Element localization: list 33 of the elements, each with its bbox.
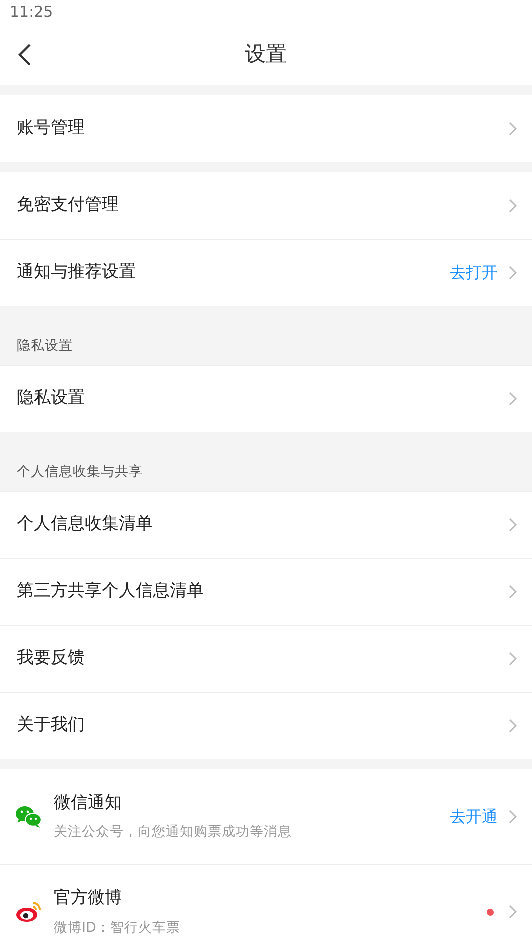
section-heading: 隐私设置 — [17, 338, 73, 354]
chevron-right-icon — [508, 391, 518, 407]
chevron-right-icon — [508, 904, 518, 920]
row-label: 第三方共享个人信息清单 — [17, 580, 205, 604]
row-label: 微信通知 — [54, 792, 123, 815]
section-heading: 个人信息收集与共享 — [17, 464, 143, 480]
page-title: 设置 — [245, 41, 287, 68]
settings-row[interactable]: 我要反馈 — [0, 625, 532, 692]
chat-bubbles-icon — [16, 806, 42, 828]
chevron-right-icon — [508, 517, 518, 533]
chevron-right-icon — [508, 808, 518, 824]
chevron-right-icon — [508, 718, 518, 734]
row-label: 个人信息收集清单 — [17, 513, 154, 536]
row-subtitle: 关注公众号，向您通知购票成功等消息 — [54, 823, 293, 842]
settings-row[interactable]: 第三方共享个人信息清单 — [0, 558, 532, 625]
chevron-right-icon — [508, 120, 518, 136]
row-label: 我要反馈 — [17, 647, 86, 670]
status-time: 11:25 — [10, 3, 54, 21]
chevron-right-icon — [508, 198, 518, 214]
settings-row[interactable]: 关于我们 — [0, 692, 532, 759]
chevron-right-icon — [508, 265, 518, 281]
settings-row[interactable]: 隐私设置 — [0, 365, 532, 432]
chevron-right-icon — [508, 651, 518, 667]
row-label: 关于我们 — [17, 714, 86, 738]
row-label: 通知与推荐设置 — [17, 261, 137, 284]
settings-row[interactable]: 个人信息收集清单 — [0, 491, 532, 558]
row-label: 官方微博 — [54, 887, 123, 910]
row-subtitle: 微博ID：智行火车票 — [54, 918, 182, 938]
chevron-right-icon — [508, 584, 518, 600]
row-label: 隐私设置 — [17, 387, 86, 410]
row-label: 免密支付管理 — [17, 194, 120, 217]
row-label: 账号管理 — [17, 116, 86, 140]
eye-signal-icon — [16, 901, 42, 923]
